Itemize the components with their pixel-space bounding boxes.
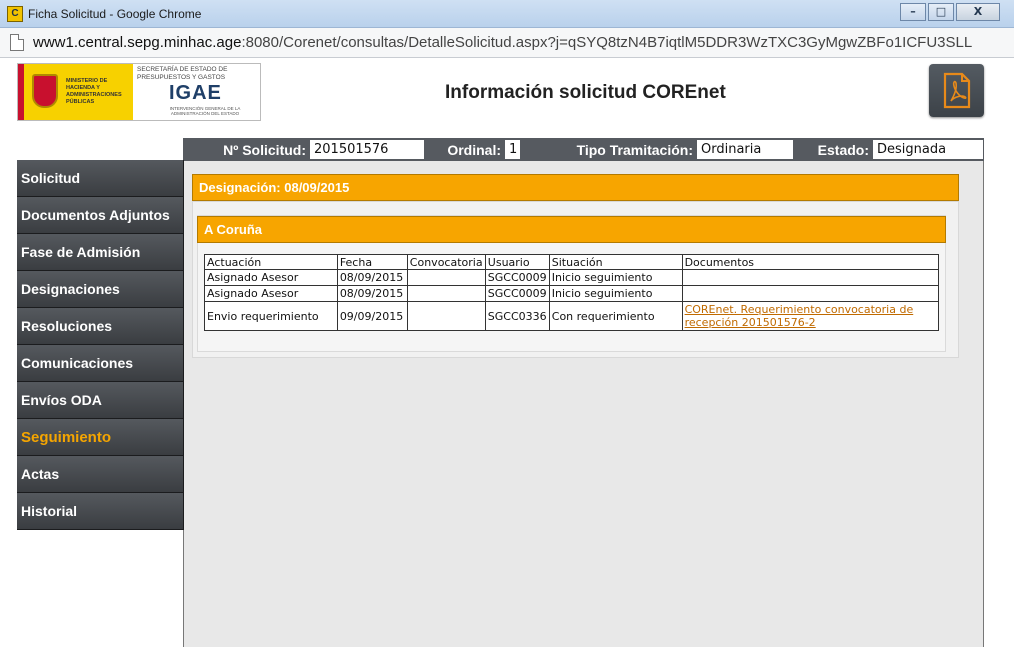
cell-situacion: Con requerimiento bbox=[548, 301, 683, 331]
cell-situacion: Inicio seguimiento bbox=[548, 285, 683, 302]
col-fecha: Fecha bbox=[336, 254, 408, 270]
cell-usuario: SGCC0336 bbox=[484, 301, 550, 331]
seguimiento-table: Actuación Fecha Convocatoria Usuario Sit… bbox=[204, 254, 940, 331]
igae-subtitle: INTERVENCIÓN GENERAL DE LA ADMINISTRACIÓ… bbox=[169, 106, 241, 116]
cell-usuario: SGCC0009 bbox=[484, 285, 550, 302]
requerimiento-document-link[interactable]: COREnet. Requerimiento convocatoria de r… bbox=[685, 303, 914, 329]
col-situacion: Situación bbox=[548, 254, 683, 270]
col-usuario: Usuario bbox=[484, 254, 550, 270]
province-header: A Coruña bbox=[197, 216, 946, 243]
igae-logo: MINISTERIO DE HACIENDA Y ADMINISTRACIONE… bbox=[17, 63, 261, 121]
sidebar-item-envios-oda[interactable]: Envíos ODA bbox=[17, 382, 184, 419]
cell-convocatoria bbox=[406, 285, 486, 302]
close-button[interactable]: X bbox=[956, 3, 1000, 21]
sidebar-item-resoluciones[interactable]: Resoluciones bbox=[17, 308, 184, 345]
sidebar-item-solicitud[interactable]: Solicitud bbox=[17, 160, 184, 197]
solicitud-label: Nº Solicitud: bbox=[223, 141, 306, 158]
url-host: www1.central.sepg.minhac.age bbox=[33, 34, 242, 51]
minimize-button[interactable]: – bbox=[900, 3, 926, 21]
solicitud-info-bar: Nº Solicitud: 201501576 Ordinal: 1 Tipo … bbox=[183, 138, 984, 161]
designacion-header: Designación: 08/09/2015 bbox=[192, 174, 959, 201]
cell-documentos bbox=[681, 269, 940, 286]
sidebar-item-historial[interactable]: Historial bbox=[17, 493, 184, 530]
table-row: Envio requerimiento 09/09/2015 SGCC0336 … bbox=[204, 301, 940, 331]
page-icon bbox=[10, 34, 24, 51]
app-icon: C bbox=[7, 6, 23, 22]
cell-fecha: 09/09/2015 bbox=[336, 301, 408, 331]
cell-documentos: COREnet. Requerimiento convocatoria de r… bbox=[681, 301, 940, 331]
ministry-logo: MINISTERIO DE HACIENDA Y ADMINISTRACIONE… bbox=[18, 64, 133, 120]
cell-actuacion: Asignado Asesor bbox=[204, 285, 338, 302]
igae-wordmark: IGAE bbox=[169, 82, 222, 104]
tipo-tramitacion-value: Ordinaria bbox=[697, 140, 793, 159]
estado-label: Estado: bbox=[817, 141, 869, 158]
sidebar-item-documentos-adjuntos[interactable]: Documentos Adjuntos bbox=[17, 197, 184, 234]
cell-convocatoria bbox=[406, 301, 486, 331]
secretaria-name: SECRETARÍA DE ESTADO DE PRESUPUESTOS Y G… bbox=[137, 66, 228, 81]
ministry-name: MINISTERIO DE HACIENDA Y ADMINISTRACIONE… bbox=[66, 78, 122, 105]
cell-convocatoria bbox=[406, 269, 486, 286]
url-text[interactable]: www1.central.sepg.minhac.age:8080/Corene… bbox=[33, 34, 972, 51]
coat-of-arms-icon bbox=[32, 74, 58, 108]
cell-actuacion: Asignado Asesor bbox=[204, 269, 338, 286]
pdf-icon bbox=[943, 72, 971, 109]
maximize-button[interactable]: □ bbox=[928, 3, 954, 21]
table-row: Asignado Asesor 08/09/2015 SGCC0009 Inic… bbox=[204, 269, 940, 286]
ordinal-value: 1 bbox=[505, 140, 520, 159]
cell-usuario: SGCC0009 bbox=[484, 269, 550, 286]
sidebar-item-seguimiento[interactable]: Seguimiento bbox=[17, 419, 184, 456]
pdf-export-button[interactable] bbox=[929, 64, 984, 117]
sidebar-item-comunicaciones[interactable]: Comunicaciones bbox=[17, 345, 184, 382]
table-header-row: Actuación Fecha Convocatoria Usuario Sit… bbox=[204, 254, 940, 270]
page-title: Información solicitud COREnet bbox=[445, 82, 726, 103]
sidebar-item-fase-admision[interactable]: Fase de Admisión bbox=[17, 234, 184, 271]
window-controls: – □ X bbox=[900, 3, 1000, 21]
solicitud-value: 201501576 bbox=[310, 140, 424, 159]
window-titlebar: C Ficha Solicitud - Google Chrome – □ X bbox=[0, 0, 1014, 28]
sidebar-item-actas[interactable]: Actas bbox=[17, 456, 184, 493]
cell-fecha: 08/09/2015 bbox=[336, 285, 408, 302]
page-content: MINISTERIO DE HACIENDA Y ADMINISTRACIONE… bbox=[0, 58, 1014, 647]
col-documentos: Documentos bbox=[681, 254, 940, 270]
url-path: :8080/Corenet/consultas/DetalleSolicitud… bbox=[241, 34, 973, 51]
sidebar-nav: Solicitud Documentos Adjuntos Fase de Ad… bbox=[17, 160, 184, 530]
logo-stripe bbox=[18, 64, 24, 120]
window-title: Ficha Solicitud - Google Chrome bbox=[28, 7, 202, 21]
cell-fecha: 08/09/2015 bbox=[336, 269, 408, 286]
address-bar[interactable]: www1.central.sepg.minhac.age:8080/Corene… bbox=[0, 28, 1014, 58]
col-actuacion: Actuación bbox=[204, 254, 338, 270]
cell-situacion: Inicio seguimiento bbox=[548, 269, 683, 286]
tipo-tramitacion-label: Tipo Tramitación: bbox=[576, 141, 693, 158]
estado-value: Designada bbox=[873, 140, 983, 159]
table-row: Asignado Asesor 08/09/2015 SGCC0009 Inic… bbox=[204, 285, 940, 302]
cell-documentos bbox=[681, 285, 940, 302]
ordinal-label: Ordinal: bbox=[447, 141, 501, 158]
cell-actuacion: Envio requerimiento bbox=[204, 301, 338, 331]
col-convocatoria: Convocatoria bbox=[406, 254, 486, 270]
sidebar-item-designaciones[interactable]: Designaciones bbox=[17, 271, 184, 308]
igae-mark: SECRETARÍA DE ESTADO DE PRESUPUESTOS Y G… bbox=[133, 64, 260, 120]
